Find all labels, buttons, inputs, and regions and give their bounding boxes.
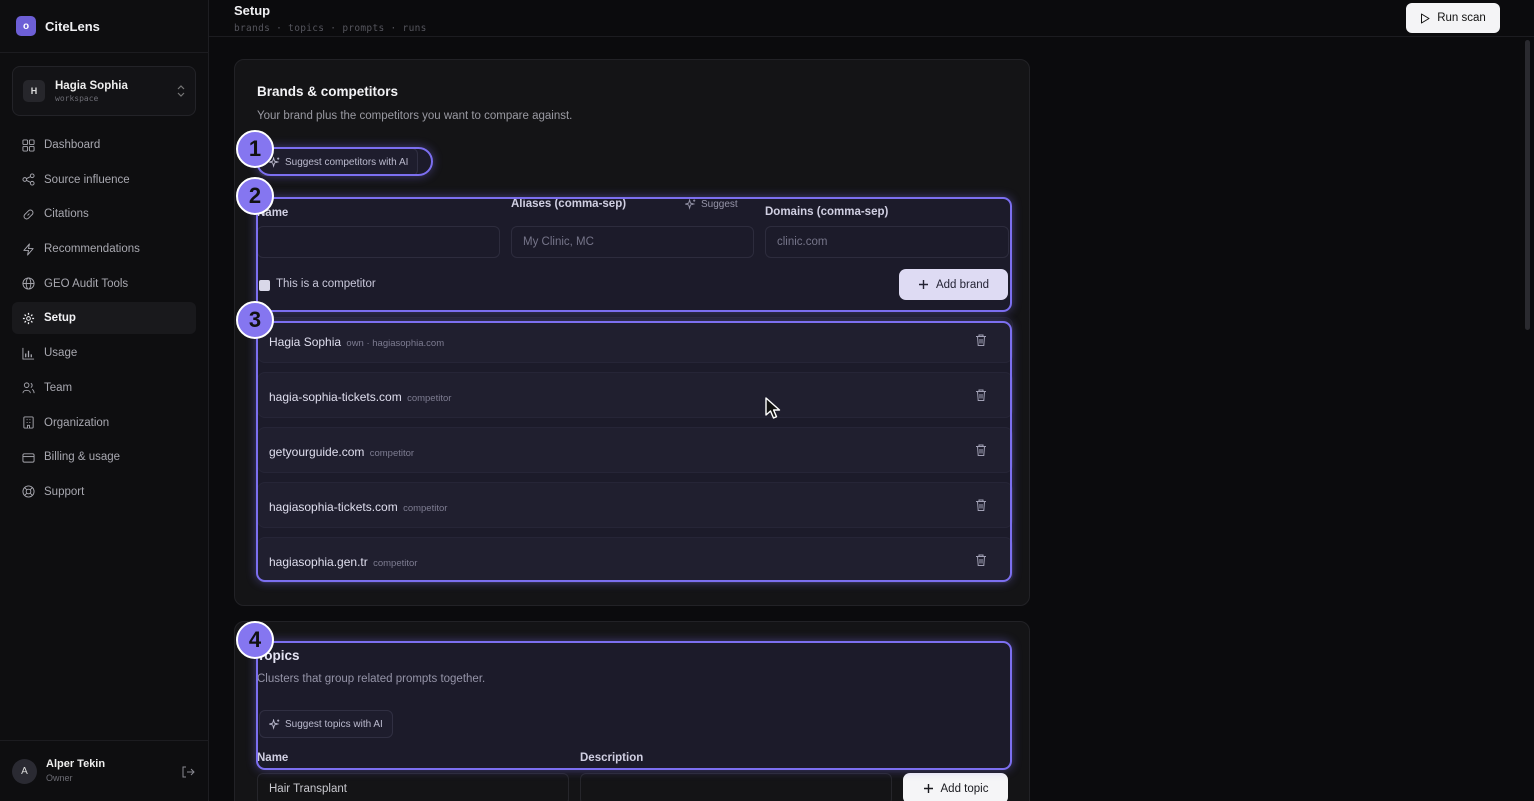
logout-icon[interactable]	[181, 765, 195, 779]
run-scan-label: Run scan	[1437, 12, 1486, 24]
add-topic-label: Add topic	[940, 782, 989, 795]
annotation-badge-2: 2	[236, 177, 274, 215]
user-role: Owner	[46, 773, 73, 783]
brands-card-description: Your brand plus the competitors you want…	[257, 110, 573, 122]
workspace-avatar: H	[23, 80, 45, 102]
sidebar-item-geo-audit-tools[interactable]: GEO Audit Tools	[12, 268, 196, 300]
workspace-name: Hagia Sophia	[55, 79, 128, 92]
bar-chart-icon	[21, 346, 35, 360]
play-icon	[1421, 13, 1430, 23]
sidebar-item-label: Usage	[44, 347, 78, 360]
sidebar-divider	[0, 52, 209, 53]
sidebar: o CiteLens H Hagia Sophia workspace Dash…	[0, 0, 209, 801]
sidebar-item-support[interactable]: Support	[12, 476, 196, 508]
highlight-region-3	[256, 321, 1012, 582]
highlight-region-1	[256, 147, 433, 176]
sidebar-item-label: Dashboard	[44, 139, 101, 151]
user-profile: A Alper Tekin Owner	[0, 740, 209, 801]
sidebar-item-setup[interactable]: Setup	[12, 302, 196, 335]
sidebar-nav: Dashboard Source influence Citations Rec…	[12, 129, 196, 511]
sidebar-item-label: Team	[44, 381, 73, 394]
sidebar-item-label: Setup	[44, 312, 76, 325]
sidebar-item-usage[interactable]: Usage	[12, 337, 196, 369]
sidebar-item-label: Support	[44, 485, 85, 498]
app-logo-icon: o	[16, 16, 36, 36]
users-icon	[21, 381, 35, 395]
gear-icon	[21, 311, 35, 325]
bolt-icon	[21, 242, 35, 256]
sidebar-item-dashboard[interactable]: Dashboard	[12, 129, 196, 161]
breadcrumb: brands · topics · prompts · runs	[234, 23, 427, 34]
highlight-region-4	[256, 641, 1012, 770]
share-icon	[21, 173, 35, 187]
sidebar-item-label: Organization	[44, 416, 110, 429]
run-scan-button[interactable]: Run scan	[1406, 3, 1500, 33]
mouse-cursor-icon	[765, 397, 783, 421]
avatar[interactable]: A	[12, 759, 37, 784]
sidebar-item-label: GEO Audit Tools	[44, 277, 129, 290]
add-topic-button[interactable]: Add topic	[903, 773, 1008, 801]
sidebar-item-label: Source influence	[44, 173, 130, 186]
page-title: Setup	[234, 3, 271, 18]
annotation-badge-4: 4	[236, 621, 274, 659]
sidebar-item-recommendations[interactable]: Recommendations	[12, 233, 196, 265]
sidebar-item-label: Citations	[44, 208, 89, 221]
highlight-region-2	[256, 197, 1012, 312]
app-brand[interactable]: o CiteLens	[16, 16, 100, 36]
user-name: Alper Tekin	[46, 758, 106, 770]
plus-icon	[923, 784, 933, 793]
topic-name-input[interactable]: Hair Transplant	[257, 773, 569, 801]
sidebar-item-citations[interactable]: Citations	[12, 198, 196, 230]
card-icon	[21, 450, 35, 464]
annotation-badge-3: 3	[236, 301, 274, 339]
building-icon	[21, 416, 35, 430]
sidebar-item-team[interactable]: Team	[12, 372, 196, 404]
workspace-label: workspace	[55, 93, 99, 103]
app-name: CiteLens	[45, 18, 100, 34]
annotation-badge-1: 1	[236, 130, 274, 168]
workspace-switcher[interactable]: H Hagia Sophia workspace	[12, 66, 196, 116]
lifebuoy-icon	[21, 485, 35, 499]
globe-icon	[21, 277, 35, 291]
sidebar-item-label: Billing & usage	[44, 451, 121, 464]
chevron-up-down-icon	[177, 85, 185, 97]
brands-card-title: Brands & competitors	[257, 84, 399, 99]
sidebar-item-source-influence[interactable]: Source influence	[12, 164, 196, 196]
page-header: Setup brands · topics · prompts · runs R…	[209, 0, 1534, 37]
grid-icon	[21, 138, 35, 152]
sidebar-item-billing[interactable]: Billing & usage	[12, 441, 196, 473]
sidebar-item-organization[interactable]: Organization	[12, 407, 196, 439]
sidebar-item-label: Recommendations	[44, 243, 140, 256]
link-icon	[21, 207, 35, 221]
topic-description-input[interactable]	[580, 773, 892, 801]
scrollbar[interactable]	[1525, 40, 1530, 330]
